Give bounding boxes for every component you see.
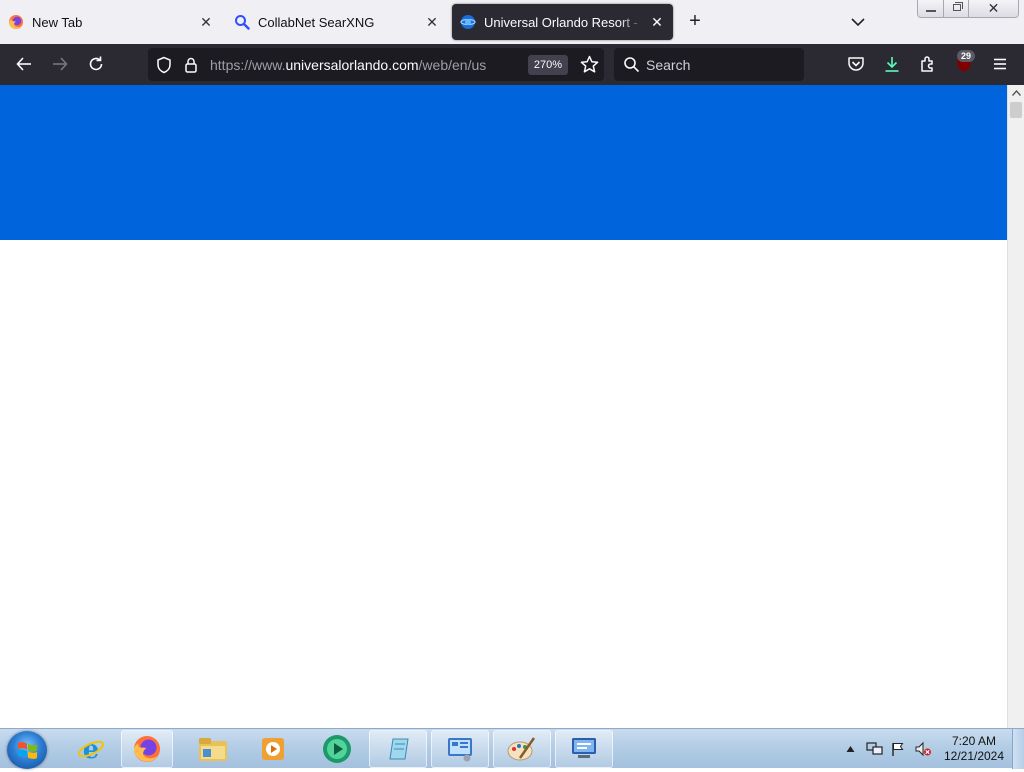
windows-logo-icon	[18, 742, 37, 759]
tab-title: New Tab	[32, 14, 83, 30]
search-placeholder: Search	[646, 57, 691, 73]
url-prefix: https://www.	[210, 57, 286, 73]
notepad-icon	[389, 738, 409, 760]
taskbar-clock[interactable]: 7:20 AM 12/21/2024	[936, 734, 1012, 764]
file-explorer-icon	[199, 738, 227, 761]
close-tab-icon[interactable]: ✕	[424, 14, 440, 30]
ublock-blocked-count-badge: 29	[957, 50, 975, 62]
scrollbar-thumb[interactable]	[1010, 102, 1022, 118]
start-button[interactable]	[7, 731, 47, 769]
tab-collabnet-searxng[interactable]: CollabNet SearXNG ✕	[226, 4, 448, 40]
pocket-icon	[848, 57, 864, 71]
svg-text:e: e	[83, 735, 100, 764]
media-player-icon	[262, 738, 284, 760]
restore-button[interactable]	[943, 0, 969, 17]
reload-button[interactable]	[84, 52, 108, 76]
tracking-protection-shield-icon[interactable]	[156, 56, 172, 74]
firefox-icon	[9, 15, 23, 29]
remote-desktop-icon	[572, 738, 596, 758]
internet-explorer-icon: e	[78, 735, 104, 764]
tab-strip: New Tab ✕ CollabNet SearXNG ✕ Universal …	[0, 0, 1024, 44]
minimize-button[interactable]	[918, 0, 944, 17]
search-bar[interactable]: Search	[614, 48, 804, 81]
network-icon[interactable]	[866, 741, 884, 757]
taskbar-firefox[interactable]	[121, 730, 173, 768]
universal-globe-icon	[460, 15, 476, 29]
downloads-button[interactable]	[880, 52, 904, 76]
search-icon	[624, 57, 640, 73]
puzzle-piece-icon	[921, 56, 933, 72]
url-text: https://www.universalorlando.com/web/en/…	[210, 57, 486, 73]
taskbar-media-center[interactable]	[308, 730, 366, 768]
media-center-icon	[323, 735, 351, 763]
list-all-tabs-chevron-icon[interactable]	[848, 12, 868, 32]
lock-icon[interactable]	[184, 56, 198, 74]
pocket-button[interactable]	[844, 52, 868, 76]
taskbar-paint[interactable]	[493, 730, 551, 768]
scroll-up-arrow-icon[interactable]	[1008, 85, 1024, 101]
show-desktop-button[interactable]	[1012, 729, 1024, 769]
reload-icon	[89, 56, 103, 71]
taskbar-remote-desktop[interactable]	[555, 730, 613, 768]
new-tab-button[interactable]: +	[683, 11, 707, 33]
zoom-level-button[interactable]: 270%	[528, 55, 568, 75]
forward-button[interactable]	[48, 52, 72, 76]
back-arrow-icon	[16, 57, 31, 71]
extensions-button[interactable]	[916, 52, 940, 76]
hamburger-menu-icon	[994, 58, 1006, 70]
back-button[interactable]	[12, 52, 36, 76]
window-controls: ✕	[917, 0, 1019, 18]
taskbar-internet-explorer[interactable]: e	[62, 730, 120, 768]
vertical-scrollbar[interactable]	[1007, 85, 1024, 728]
url-domain: universalorlando.com	[285, 57, 419, 73]
firefox-icon	[134, 736, 160, 762]
tab-universal-orlando[interactable]: Universal Orlando Resort - Your ✕	[452, 4, 673, 40]
show-hidden-icons-arrow-icon[interactable]	[846, 745, 855, 753]
close-window-button[interactable]: ✕	[969, 0, 1018, 17]
url-path: /web/en/us	[418, 57, 487, 73]
tab-title: CollabNet SearXNG	[258, 14, 375, 30]
clock-date: 12/21/2024	[943, 749, 1005, 763]
taskbar-notepad[interactable]	[369, 730, 427, 768]
app-menu-button[interactable]	[988, 52, 1012, 76]
tab-new-tab[interactable]: New Tab ✕	[0, 4, 222, 40]
navigation-toolbar: https://www.universalorlando.com/web/en/…	[0, 44, 1024, 85]
forward-arrow-icon	[53, 57, 68, 71]
tab-title: Universal Orlando Resort - Your	[484, 14, 643, 30]
search-icon	[235, 15, 250, 30]
clock-time: 7:20 AM	[951, 734, 997, 748]
close-tab-icon[interactable]: ✕	[198, 14, 214, 30]
control-panel-icon	[448, 738, 472, 762]
paint-icon	[507, 737, 536, 761]
taskbar-control-panel[interactable]	[431, 730, 489, 768]
taskbar-file-explorer[interactable]	[184, 730, 242, 768]
bookmark-star-icon[interactable]	[580, 55, 599, 74]
address-bar[interactable]: https://www.universalorlando.com/web/en/…	[148, 48, 604, 81]
action-center-flag-icon[interactable]	[890, 741, 906, 757]
windows-taskbar: e 7:20 AM 12/21/2024	[0, 728, 1024, 769]
page-viewport	[0, 85, 1007, 728]
taskbar-media-player[interactable]	[244, 730, 302, 768]
download-arrow-icon	[885, 57, 899, 72]
volume-muted-icon[interactable]	[914, 741, 932, 757]
close-tab-icon[interactable]: ✕	[649, 14, 665, 30]
hero-banner	[0, 85, 1007, 240]
